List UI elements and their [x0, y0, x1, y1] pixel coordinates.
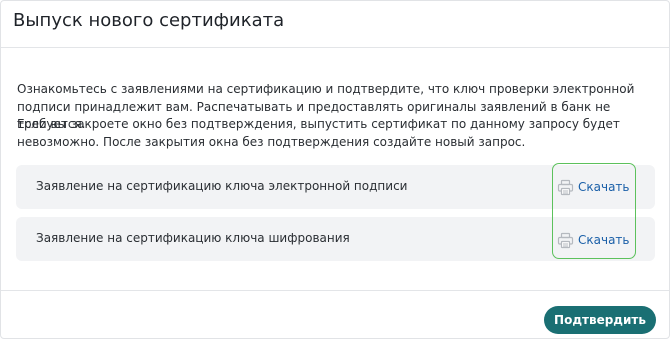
confirm-button[interactable]: Подтвердить [544, 306, 656, 334]
document-label: Заявление на сертификацию ключа электрон… [36, 179, 408, 193]
printer-icon [557, 232, 574, 249]
download-label[interactable]: Скачать [578, 232, 630, 249]
printer-icon [557, 179, 574, 196]
download-link-signature-key[interactable]: Скачать [557, 177, 630, 197]
footer-divider [1, 290, 669, 291]
download-link-encryption-key[interactable]: Скачать [557, 230, 630, 250]
dialog-title: Выпуск нового сертификата [13, 10, 285, 31]
dialog-header: Выпуск нового сертификата [1, 1, 669, 48]
download-label[interactable]: Скачать [578, 179, 630, 196]
certificate-dialog: Выпуск нового сертификата Ознакомьтесь с… [0, 0, 670, 339]
info-paragraph-warning: Если вы закроете окно без подтверждения,… [17, 117, 620, 149]
document-label: Заявление на сертификацию ключа шифрован… [36, 231, 350, 245]
